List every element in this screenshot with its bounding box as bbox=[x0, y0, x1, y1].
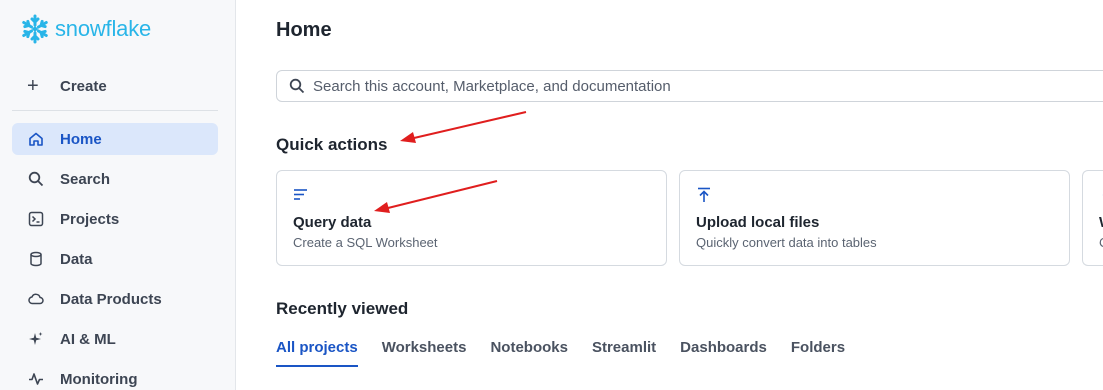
snowflake-logo-icon bbox=[22, 14, 48, 44]
app-window: snowflake + Create Home Search Projects bbox=[0, 0, 1103, 390]
sidebar-item-home[interactable]: Home bbox=[12, 123, 218, 155]
sidebar: snowflake + Create Home Search Projects bbox=[0, 0, 236, 390]
brand-name: snowflake bbox=[55, 16, 152, 41]
upload-icon bbox=[696, 187, 712, 203]
card-subtitle: Create a SQL Worksheet bbox=[293, 235, 438, 250]
sidebar-item-label: Data Products bbox=[60, 290, 162, 308]
home-icon bbox=[27, 130, 45, 148]
tab-folders[interactable]: Folders bbox=[791, 339, 845, 367]
chevron-left-icon bbox=[1099, 187, 1103, 203]
sidebar-item-data-products[interactable]: Data Products bbox=[12, 283, 218, 315]
quick-actions-title: Quick actions bbox=[276, 135, 388, 154]
create-label: Create bbox=[60, 77, 107, 95]
sidebar-item-label: AI & ML bbox=[60, 330, 116, 348]
sidebar-item-search[interactable]: Search bbox=[12, 163, 218, 195]
sidebar-item-label: Monitoring bbox=[60, 370, 138, 388]
sidebar-item-data[interactable]: Data bbox=[12, 243, 218, 275]
tab-all-projects[interactable]: All projects bbox=[276, 339, 358, 367]
sparkle-icon bbox=[27, 330, 45, 348]
database-icon bbox=[27, 250, 45, 268]
global-search[interactable] bbox=[276, 70, 1103, 102]
lines-icon bbox=[293, 187, 309, 203]
search-icon bbox=[289, 77, 307, 95]
quick-action-partial[interactable]: W C bbox=[1082, 170, 1103, 266]
snowflake-logo[interactable]: snowflake bbox=[20, 13, 151, 45]
sidebar-divider bbox=[12, 110, 218, 111]
recently-viewed-tabs: All projects Worksheets Notebooks Stream… bbox=[276, 339, 869, 367]
sidebar-item-ai-ml[interactable]: AI & ML bbox=[12, 323, 218, 355]
plus-icon: + bbox=[27, 74, 39, 97]
tab-worksheets[interactable]: Worksheets bbox=[382, 339, 467, 367]
card-subtitle: C bbox=[1099, 235, 1103, 250]
card-subtitle: Quickly convert data into tables bbox=[696, 235, 877, 250]
search-input[interactable] bbox=[313, 77, 1073, 95]
page-title: Home bbox=[276, 19, 332, 41]
tab-notebooks[interactable]: Notebooks bbox=[490, 339, 568, 367]
sidebar-item-projects[interactable]: Projects bbox=[12, 203, 218, 235]
main-content: Home Quick actions Query data Create a S… bbox=[236, 0, 1103, 390]
sidebar-item-label: Home bbox=[60, 130, 102, 148]
search-icon bbox=[27, 170, 45, 188]
sidebar-item-label: Projects bbox=[60, 210, 120, 228]
tab-streamlit[interactable]: Streamlit bbox=[592, 339, 656, 367]
sidebar-item-monitoring[interactable]: Monitoring bbox=[12, 363, 218, 390]
create-button[interactable]: + Create bbox=[12, 72, 218, 100]
quick-action-upload-local-files[interactable]: Upload local files Quickly convert data … bbox=[679, 170, 1070, 266]
activity-icon bbox=[27, 370, 45, 388]
sidebar-item-label: Data bbox=[60, 250, 93, 268]
card-title: W bbox=[1099, 214, 1103, 231]
sidebar-item-label: Search bbox=[60, 170, 111, 188]
card-title: Upload local files bbox=[696, 214, 820, 231]
recently-viewed-title: Recently viewed bbox=[276, 299, 409, 318]
terminal-icon bbox=[27, 210, 45, 228]
quick-action-query-data[interactable]: Query data Create a SQL Worksheet bbox=[276, 170, 667, 266]
card-title: Query data bbox=[293, 214, 372, 231]
tab-dashboards[interactable]: Dashboards bbox=[680, 339, 767, 367]
cloud-icon bbox=[27, 290, 45, 308]
